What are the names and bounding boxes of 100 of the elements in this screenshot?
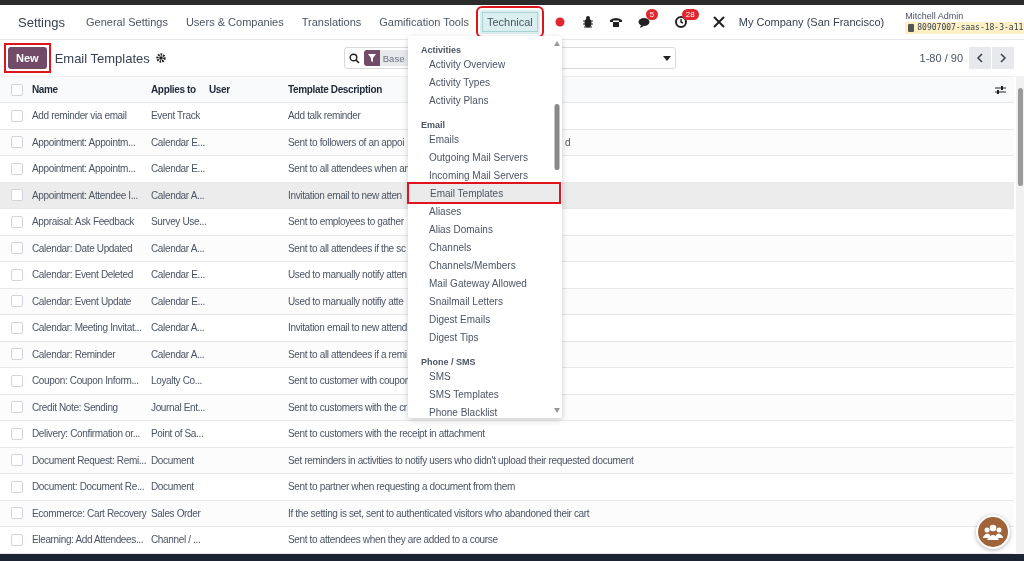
filter-icon	[367, 54, 376, 62]
table-cell: Calendar: Event Update	[32, 295, 132, 307]
menu-item[interactable]: SMS Templates	[408, 385, 546, 403]
column-header[interactable]: User	[209, 84, 288, 95]
table-cell: Document	[151, 481, 194, 493]
message-count-badge: 5	[645, 9, 659, 20]
row-checkbox[interactable]	[11, 374, 23, 387]
table-cell: Calendar E...	[151, 269, 205, 281]
table-cell: If the setting is set, sent to authenticated visitors who abandoned their cart	[288, 507, 590, 519]
next-button[interactable]	[992, 47, 1014, 69]
row-checkbox[interactable]	[11, 162, 23, 175]
pager-label[interactable]: 1-80 / 90	[919, 52, 963, 64]
table-cell: Sales Order	[151, 507, 201, 519]
table-cell: Credit Note: Sending	[32, 401, 118, 413]
table-cell: d	[565, 136, 571, 148]
table-cell: Set reminders in activities to notify users who didn't upload their requested document	[288, 454, 634, 466]
menu-item[interactable]: Activity Types	[408, 73, 546, 91]
table-cell: Add talk reminder	[288, 110, 361, 122]
previous-button[interactable]	[969, 47, 991, 69]
menu-tab[interactable]: Translations	[294, 10, 369, 34]
table-cell: Calendar: Reminder	[32, 348, 116, 360]
menu-item[interactable]: SMS	[408, 367, 546, 385]
menu-tab[interactable]: Users & Companies	[178, 10, 291, 34]
table-cell: Invitation email to new atten	[288, 189, 402, 201]
row-checkbox[interactable]	[11, 507, 23, 520]
menu-item[interactable]: Digest Tips	[408, 328, 546, 346]
settings-icon[interactable]	[155, 53, 166, 63]
table-cell: Sent to customers with the receipt in attachment	[288, 428, 485, 440]
bug-icon[interactable]	[580, 15, 595, 29]
table-cell: Channel / ...	[151, 534, 201, 546]
row-checkbox[interactable]	[11, 189, 23, 202]
sliders-icon[interactable]	[995, 84, 1006, 95]
row-checkbox[interactable]	[11, 321, 23, 334]
menu-tab[interactable]: General Settings	[79, 10, 175, 34]
people-icon	[983, 523, 1003, 541]
table-cell: Loyalty Co...	[151, 375, 203, 387]
menu-item[interactable]: Activity Plans	[408, 91, 546, 109]
table-cell: Event Track	[151, 110, 200, 122]
table-cell: Sent to partner when requesting a document from them	[288, 481, 515, 493]
chevron-right-icon	[999, 53, 1007, 63]
table-cell: Calendar: Date Updated	[32, 242, 133, 254]
menu-tab[interactable]: Gamification Tools	[372, 10, 476, 34]
column-header[interactable]: Name	[32, 84, 151, 95]
menu-item[interactable]: Alias Domains	[408, 220, 546, 238]
column-header[interactable]: Applies to	[151, 84, 209, 95]
menu-item[interactable]: Email Templates	[409, 184, 559, 202]
menu-item[interactable]: Mail Gateway Allowed	[408, 274, 546, 292]
menu-item[interactable]: Digest Emails	[408, 310, 546, 328]
row-checkbox[interactable]	[11, 215, 23, 228]
row-checkbox[interactable]	[11, 136, 23, 149]
clock-icon[interactable]	[673, 15, 688, 29]
row-checkbox[interactable]	[11, 427, 23, 440]
table-cell: Calendar: Meeting Invitat...	[32, 322, 142, 334]
row-checkbox[interactable]	[11, 109, 23, 122]
table-cell: Used to manually notify atten	[288, 269, 407, 281]
menu-section-header: Email	[420, 119, 446, 130]
menu-section-header: Phone / SMS	[420, 356, 477, 367]
table-cell: Sent to all attendees if the sc	[288, 242, 406, 254]
row-checkbox[interactable]	[11, 454, 23, 467]
menu-item[interactable]: Channels	[408, 238, 546, 256]
user-name[interactable]: Mitchell Admin	[905, 10, 1024, 22]
menu-item[interactable]: Aliases	[408, 202, 546, 220]
table-cell: Calendar: Event Deleted	[32, 269, 133, 281]
phone-icon[interactable]	[608, 15, 623, 29]
table-cell: Appointment: Attendee I...	[32, 189, 138, 201]
row-checkbox[interactable]	[11, 401, 23, 414]
table-cell: Calendar A...	[151, 242, 205, 254]
row-checkbox[interactable]	[11, 295, 23, 308]
table-cell: Calendar E...	[151, 295, 205, 307]
menu-item[interactable]: Phone Blacklist	[408, 403, 546, 421]
database-icon	[908, 24, 915, 32]
row-checkbox[interactable]	[11, 242, 23, 255]
table-cell: Sent to attendees when they are added to a course	[288, 534, 498, 546]
table-cell: Invitation email to new attend	[288, 322, 408, 334]
database-label: 80907007-saas-18-3-a11	[905, 22, 1024, 34]
menu-item[interactable]: Snailmail Letters	[408, 292, 546, 310]
table-cell: Survey Use...	[151, 216, 207, 228]
menu-item[interactable]: Incoming Mail Servers	[408, 166, 546, 184]
table-cell: Sent to followers of an appoi	[288, 136, 405, 148]
table-cell: Coupon: Coupon Inform...	[32, 375, 139, 387]
company-switcher[interactable]: My Company (San Francisco)	[738, 16, 885, 28]
chat-icon[interactable]	[637, 15, 652, 29]
table-cell: Delivery: Confirmation or...	[32, 428, 141, 440]
menu-item[interactable]: Channels/Members	[408, 256, 546, 274]
row-checkbox[interactable]	[11, 348, 23, 361]
row-checkbox[interactable]	[11, 268, 23, 281]
table-cell: Calendar E...	[151, 136, 205, 148]
row-checkbox[interactable]	[11, 533, 23, 546]
chevron-left-icon	[976, 53, 984, 63]
caret-icon[interactable]	[662, 55, 671, 61]
menu-item[interactable]: Outgoing Mail Servers	[408, 148, 546, 166]
table-cell: Used to manually notifiy atte	[288, 295, 404, 307]
row-checkbox[interactable]	[11, 480, 23, 493]
select-all-checkbox[interactable]	[11, 83, 23, 96]
tools-icon[interactable]	[711, 15, 726, 29]
menu-item[interactable]: Emails	[408, 130, 546, 148]
table-cell: Appointment: Appointm...	[32, 136, 136, 148]
app-name[interactable]: Settings	[18, 14, 65, 30]
table-cell: Journal Ent...	[151, 401, 206, 413]
table-cell: Calendar A...	[151, 189, 205, 201]
